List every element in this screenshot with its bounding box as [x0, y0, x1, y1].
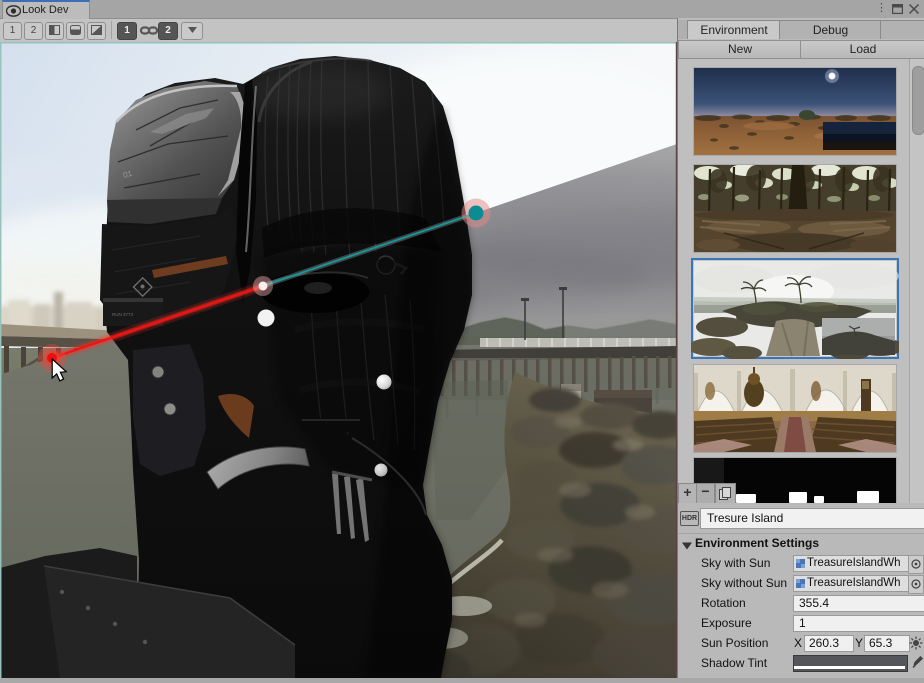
svg-text:RUN 3773: RUN 3773 [112, 312, 134, 317]
